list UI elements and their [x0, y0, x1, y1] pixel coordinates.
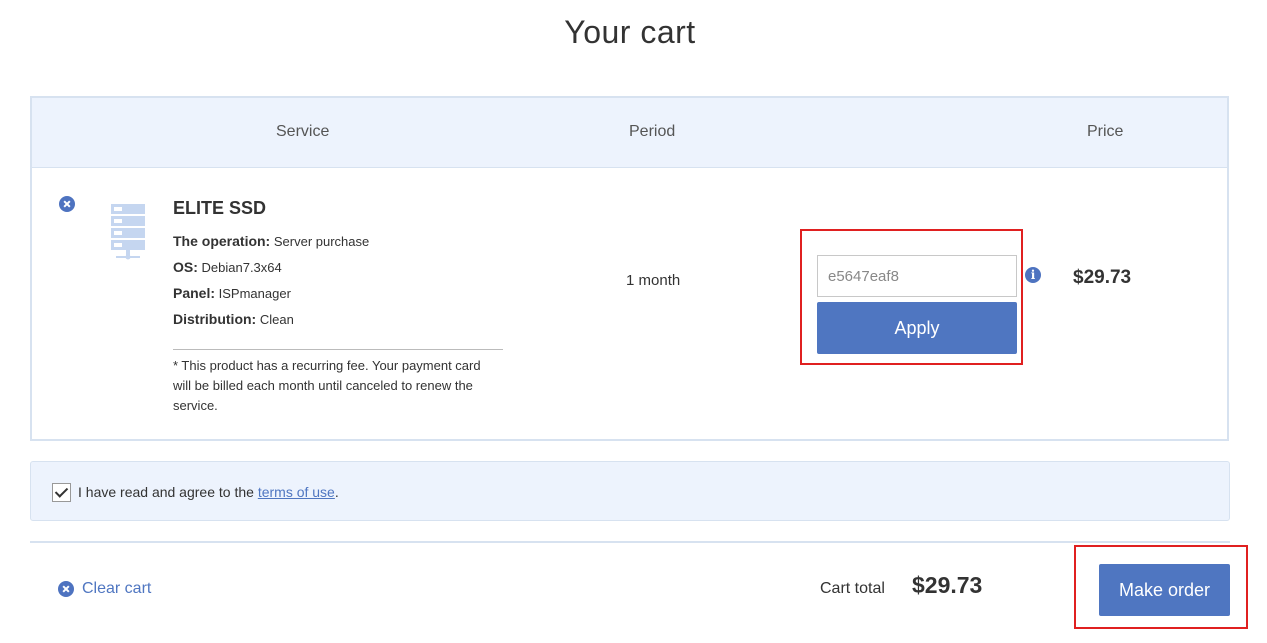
promo-code-input[interactable] [817, 255, 1017, 297]
header-service: Service [276, 123, 330, 140]
spec-divider [173, 349, 503, 350]
recurring-fee-note: * This product has a recurring fee. Your… [173, 358, 481, 413]
spec-operation: The operation: Server purchase [173, 233, 369, 249]
spec-value: ISPmanager [218, 286, 291, 301]
make-order-button[interactable]: Make order [1099, 564, 1230, 616]
terms-of-use-link[interactable]: terms of use [258, 484, 335, 500]
item-price: $29.73 [1073, 267, 1132, 288]
agree-label: I have read and agree to the [78, 484, 254, 500]
product-name: ELITE SSD [173, 198, 267, 218]
make-order-highlight: Make order [1074, 545, 1248, 629]
spec-value: Clean [259, 312, 294, 327]
spec-label: OS: [173, 259, 198, 275]
spec-label: Panel: [173, 285, 216, 301]
spec-value: Debian7.3x64 [201, 260, 282, 275]
page-title: Your cart [564, 14, 696, 50]
agree-suffix: . [334, 484, 339, 500]
agree-text: I have read and agree to the terms of us… [78, 484, 339, 500]
apply-button[interactable]: Apply [817, 302, 1017, 354]
spec-value: Server purchase [273, 234, 370, 249]
header-period: Period [629, 123, 676, 140]
spec-label: Distribution: [173, 311, 257, 327]
server-icon [111, 204, 145, 260]
period-value: 1 month [626, 272, 681, 289]
clear-cart-link[interactable]: Clear cart [58, 580, 151, 598]
spec-os: OS: Debian7.3x64 [173, 259, 282, 275]
clear-cart-label: Clear cart [82, 580, 152, 597]
clear-cart-icon [58, 581, 74, 597]
remove-item-icon[interactable] [59, 196, 75, 212]
spec-panel: Panel: ISPmanager [173, 285, 291, 301]
spec-distribution: Distribution: Clean [173, 311, 294, 327]
agree-checkbox[interactable] [52, 483, 71, 502]
table-header: Service Period Price [32, 98, 1227, 168]
footer-divider [30, 541, 1230, 543]
terms-agreement-panel: I have read and agree to the terms of us… [30, 461, 1230, 521]
promo-code-highlight: Apply [800, 229, 1023, 365]
spec-label: The operation: [173, 233, 271, 249]
header-price: Price [1087, 123, 1124, 140]
cart-total-value: $29.73 [912, 572, 983, 598]
cart-total-label: Cart total [820, 580, 885, 597]
info-icon[interactable]: i [1025, 267, 1041, 283]
cart-table: Service Period Price ELITE SSD The opera… [30, 96, 1229, 441]
